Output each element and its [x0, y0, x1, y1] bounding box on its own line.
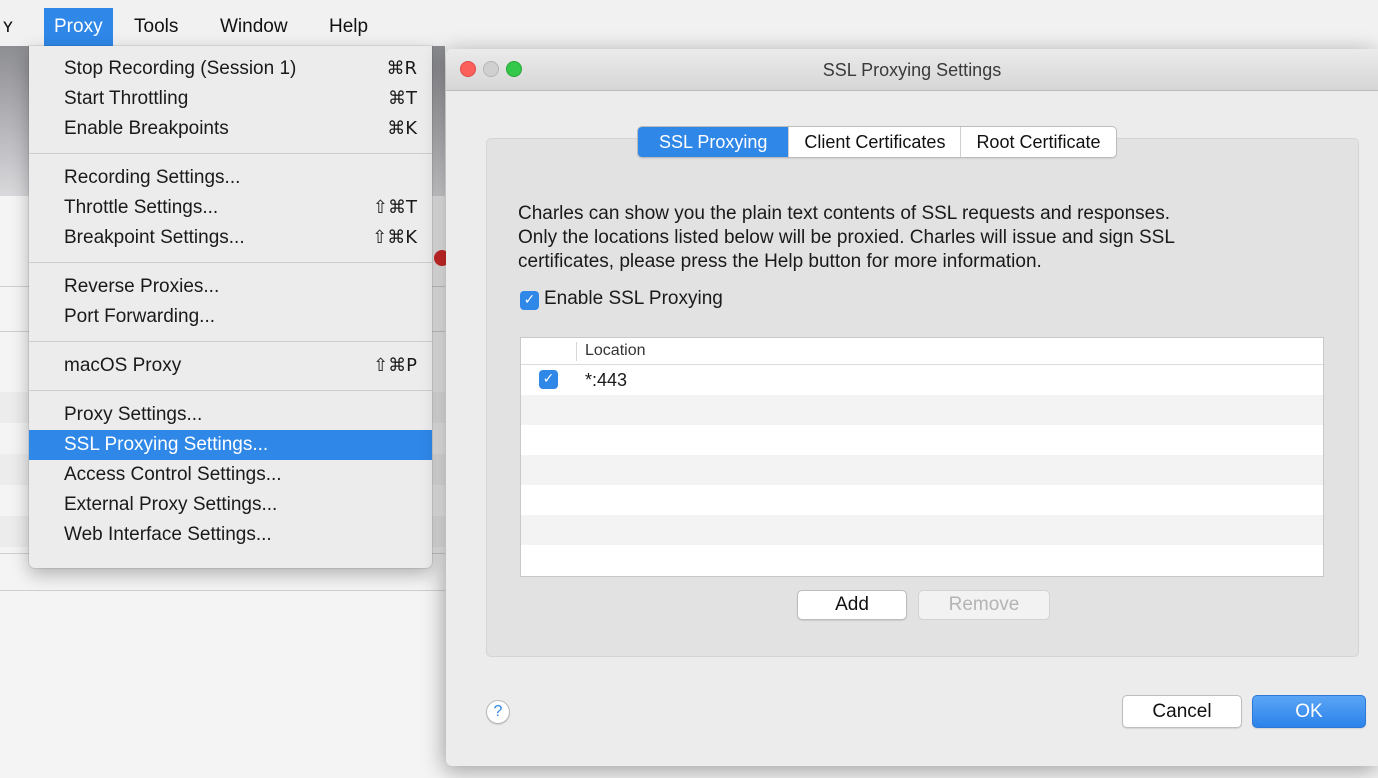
tab-bar: SSL Proxying Client Certificates Root Ce…: [637, 126, 1117, 158]
menu-item-ssl-proxying-settings[interactable]: SSL Proxying Settings...: [29, 430, 432, 460]
menu-item-shortcut: ⌘R: [386, 58, 417, 79]
tab-root-certificate[interactable]: Root Certificate: [960, 127, 1115, 157]
menu-item-start-throttling[interactable]: Start Throttling ⌘T: [29, 84, 432, 114]
menu-item-enable-breakpoints[interactable]: Enable Breakpoints ⌘K: [29, 114, 432, 144]
proxy-dropdown-menu: Stop Recording (Session 1) ⌘R Start Thro…: [29, 46, 432, 568]
menu-item-external-proxy-settings[interactable]: External Proxy Settings...: [29, 490, 432, 520]
menu-window[interactable]: Window: [210, 8, 298, 46]
menu-item-breakpoint-settings[interactable]: Breakpoint Settings... ⇧⌘K: [29, 223, 432, 253]
menu-item-shortcut: ⌘K: [387, 118, 417, 139]
menu-item-label: Breakpoint Settings...: [64, 227, 245, 248]
menu-item-shortcut: ⌘T: [388, 88, 417, 109]
menu-item-port-forwarding[interactable]: Port Forwarding...: [29, 302, 432, 332]
description-line: certificates, please press the Help butt…: [518, 251, 1042, 272]
remove-button[interactable]: Remove: [918, 590, 1050, 620]
menu-item-label: External Proxy Settings...: [64, 494, 278, 515]
ssl-proxying-settings-dialog: SSL Proxying Settings SSL Proxying Clien…: [446, 49, 1378, 766]
menu-item-label: Access Control Settings...: [64, 464, 282, 485]
menu-item-recording-settings[interactable]: Recording Settings...: [29, 163, 432, 193]
menu-item-throttle-settings[interactable]: Throttle Settings... ⇧⌘T: [29, 193, 432, 223]
enable-ssl-proxying-checkbox[interactable]: ✓: [520, 291, 539, 310]
dialog-title: SSL Proxying Settings: [822, 60, 1002, 80]
menu-separator: [29, 390, 432, 391]
menu-item-label: macOS Proxy: [64, 355, 182, 376]
menu-item-access-control-settings[interactable]: Access Control Settings...: [29, 460, 432, 490]
row-enabled-checkbox[interactable]: ✓: [539, 370, 558, 389]
column-separator: [576, 342, 577, 361]
table-row[interactable]: ✓ *:443: [521, 365, 1323, 395]
menu-item-label: Proxy Settings...: [64, 404, 203, 425]
add-button[interactable]: Add: [797, 590, 907, 620]
ssl-description: Charles can show you the plain text cont…: [518, 202, 1318, 274]
table-row-empty: [521, 515, 1323, 545]
menu-tools[interactable]: Tools: [124, 8, 188, 46]
ok-button[interactable]: OK: [1252, 695, 1366, 728]
help-button[interactable]: ?: [486, 700, 510, 724]
menu-separator: [29, 341, 432, 342]
menu-bar: [0, 0, 1378, 46]
tab-ssl-proxying[interactable]: SSL Proxying: [638, 127, 789, 157]
description-line: Charles can show you the plain text cont…: [518, 203, 1171, 224]
table-row-empty: [521, 425, 1323, 455]
menu-proxy[interactable]: Proxy: [44, 8, 113, 46]
menu-item-label: Start Throttling: [64, 88, 189, 109]
menu-item-label: Reverse Proxies...: [64, 276, 220, 297]
description-line: Only the locations listed below will be …: [518, 227, 1175, 248]
tab-client-certificates[interactable]: Client Certificates: [788, 127, 960, 157]
table-header: Location: [521, 338, 1323, 365]
menu-item-shortcut: ⇧⌘T: [372, 197, 417, 218]
row-location: *:443: [585, 370, 628, 390]
column-header-location[interactable]: Location: [585, 342, 646, 360]
menu-help[interactable]: Help: [319, 8, 378, 46]
menu-item-label: SSL Proxying Settings...: [64, 434, 269, 455]
menu-item-shortcut: ⇧⌘P: [373, 355, 417, 376]
cancel-button[interactable]: Cancel: [1122, 695, 1242, 728]
table-row-empty: [521, 485, 1323, 515]
truncated-menu-glyph: ʏ: [3, 16, 13, 37]
table-row-empty: [521, 395, 1323, 425]
divider: [0, 590, 445, 591]
menu-item-shortcut: ⇧⌘K: [372, 227, 417, 248]
menu-item-label: Port Forwarding...: [64, 306, 215, 327]
table-row-empty: [521, 455, 1323, 485]
dialog-titlebar: SSL Proxying Settings: [446, 49, 1378, 91]
menu-item-label: Web Interface Settings...: [64, 524, 272, 545]
menu-item-macos-proxy[interactable]: macOS Proxy ⇧⌘P: [29, 351, 432, 381]
menu-item-web-interface-settings[interactable]: Web Interface Settings...: [29, 520, 432, 550]
menu-item-label: Throttle Settings...: [64, 197, 219, 218]
menu-item-label: Recording Settings...: [64, 167, 241, 188]
menu-item-proxy-settings[interactable]: Proxy Settings...: [29, 400, 432, 430]
locations-table: Location ✓ *:443: [520, 337, 1324, 577]
enable-ssl-proxying-label: Enable SSL Proxying: [544, 288, 723, 309]
menu-item-label: Stop Recording (Session 1): [64, 58, 297, 79]
menu-item-stop-recording[interactable]: Stop Recording (Session 1) ⌘R: [29, 54, 432, 84]
menu-separator: [29, 262, 432, 263]
menu-item-label: Enable Breakpoints: [64, 118, 229, 139]
menu-separator: [29, 153, 432, 154]
menu-item-reverse-proxies[interactable]: Reverse Proxies...: [29, 272, 432, 302]
table-row-empty: [521, 545, 1323, 575]
